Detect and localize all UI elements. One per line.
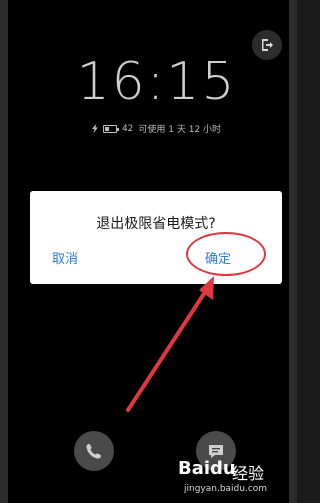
annotation-arrow xyxy=(126,276,214,412)
watermark-url: jingyan.baidu.com xyxy=(184,484,268,494)
phone-icon xyxy=(86,444,101,459)
phone-button[interactable] xyxy=(74,431,114,471)
watermark-cn: 经验 xyxy=(232,464,265,483)
watermark-brand: Baidu xyxy=(178,458,236,479)
phone-screen: 16:15 42 可使用 1 天 12 小时 退出极限省电模式? 取消 确定 xyxy=(0,0,297,503)
baidu-jingyan-watermark: Baidu 经验 jingyan.baidu.com xyxy=(178,452,294,500)
